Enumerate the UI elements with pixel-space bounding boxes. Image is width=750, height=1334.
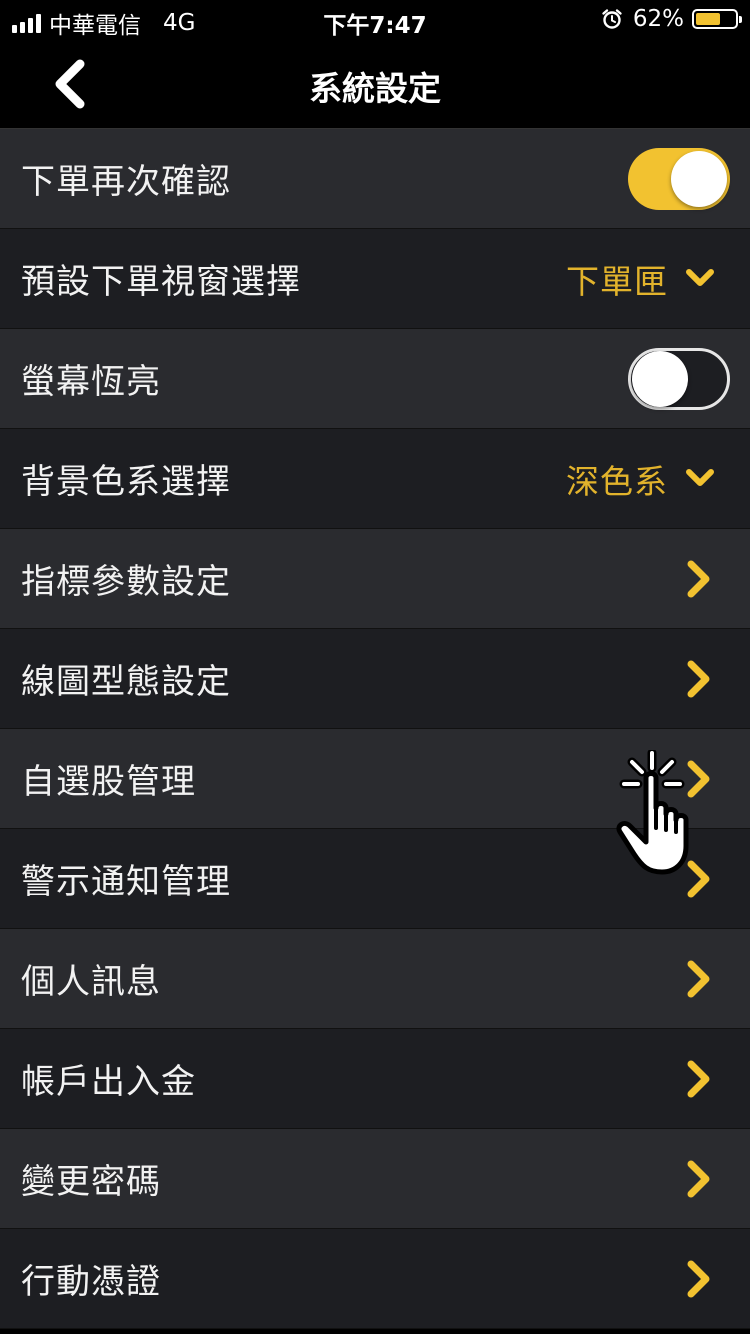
toggle-switch[interactable] <box>628 348 730 410</box>
chevron-right-icon <box>687 760 710 798</box>
page-title: 系統設定 <box>309 69 441 108</box>
settings-row-label: 自選股管理 <box>21 762 196 802</box>
settings-row-default-order-window[interactable]: 預設下單視窗選擇 下單匣 <box>0 229 750 329</box>
navigation-bar: 系統設定 <box>0 40 750 129</box>
status-right: 62% <box>601 6 742 32</box>
select-value[interactable]: 下單匣 <box>566 255 668 303</box>
settings-row-mobile-certificate[interactable]: 行動憑證 <box>0 1229 750 1329</box>
chevron-right-icon <box>687 960 710 998</box>
chevron-right-icon <box>687 1060 710 1098</box>
chevron-right-icon <box>687 860 710 898</box>
settings-row-screen-always-on[interactable]: 螢幕恆亮 <box>0 329 750 429</box>
toggle-knob <box>671 151 727 207</box>
settings-row-background-theme[interactable]: 背景色系選擇 深色系 <box>0 429 750 529</box>
settings-row-watchlist[interactable]: 自選股管理 <box>0 729 750 829</box>
chevron-down-icon[interactable] <box>684 466 716 492</box>
settings-row-change-password[interactable]: 變更密碼 <box>0 1129 750 1229</box>
chevron-right-icon <box>687 660 710 698</box>
battery-nub <box>739 16 742 23</box>
chevron-right-icon <box>687 1260 710 1298</box>
chevron-right-icon <box>687 560 710 598</box>
battery-percent: 62% <box>632 6 684 32</box>
settings-row-label: 警示通知管理 <box>21 862 231 902</box>
chevron-down-icon[interactable] <box>684 266 716 292</box>
settings-row-label: 螢幕恆亮 <box>21 362 161 402</box>
settings-row-label: 帳戶出入金 <box>21 1062 196 1102</box>
toggle-knob <box>632 351 688 407</box>
settings-row-indicator-params[interactable]: 指標參數設定 <box>0 529 750 629</box>
settings-row-label: 線圖型態設定 <box>21 662 231 702</box>
battery-icon <box>692 9 742 29</box>
alarm-clock-icon <box>602 9 622 29</box>
settings-row-label: 行動憑證 <box>21 1262 161 1302</box>
settings-row-label: 預設下單視窗選擇 <box>21 262 301 302</box>
battery-fill <box>696 13 720 25</box>
select-value[interactable]: 深色系 <box>566 455 668 503</box>
settings-row-account-funds[interactable]: 帳戶出入金 <box>0 1029 750 1129</box>
settings-row-label: 個人訊息 <box>21 962 161 1002</box>
settings-row-label: 背景色系選擇 <box>21 462 231 502</box>
settings-row-alert-notify[interactable]: 警示通知管理 <box>0 829 750 929</box>
settings-list: 下單再次確認預設下單視窗選擇 下單匣螢幕恆亮背景色系選擇 深色系指標參數設定 線圖型態… <box>0 129 750 1329</box>
status-bar: 中華電信 4G 下午7:47 62% <box>0 0 750 40</box>
chevron-right-icon <box>687 1160 710 1198</box>
settings-row-order-confirm[interactable]: 下單再次確認 <box>0 129 750 229</box>
settings-row-label: 變更密碼 <box>21 1162 161 1202</box>
settings-row-personal-message[interactable]: 個人訊息 <box>0 929 750 1029</box>
settings-row-chart-style[interactable]: 線圖型態設定 <box>0 629 750 729</box>
settings-row-label: 指標參數設定 <box>21 562 231 602</box>
toggle-switch[interactable] <box>628 148 730 210</box>
settings-row-label: 下單再次確認 <box>21 162 231 202</box>
